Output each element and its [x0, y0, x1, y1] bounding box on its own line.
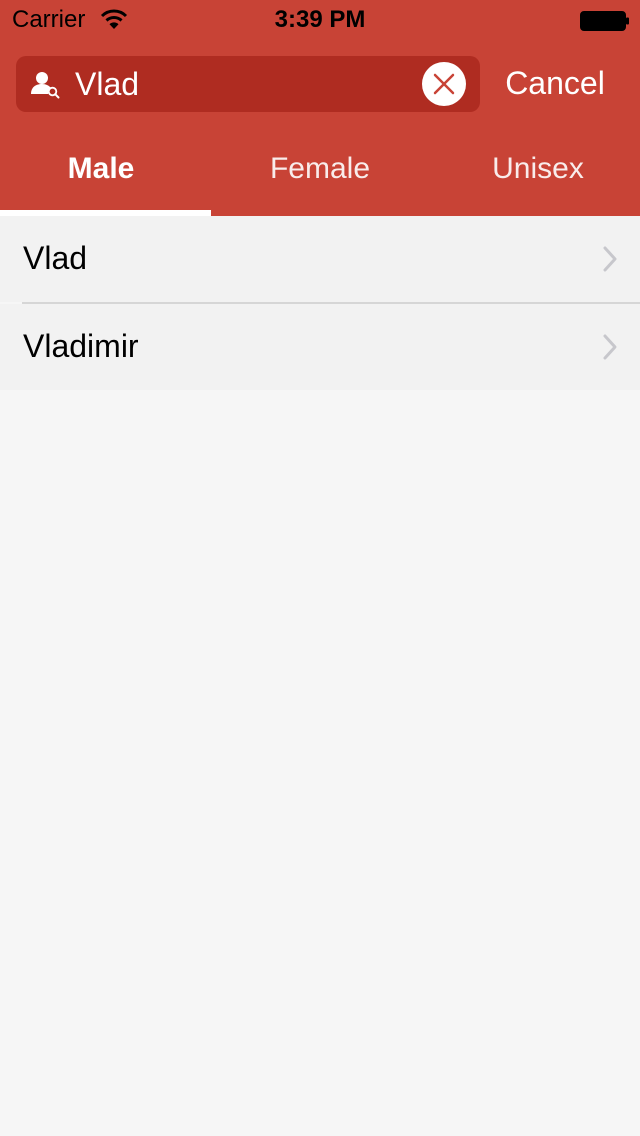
- status-bar: Carrier 3:39 PM: [0, 0, 640, 40]
- list-item-label: Vlad: [23, 240, 88, 276]
- battery-icon: [580, 11, 629, 31]
- app-header: Carrier 3:39 PM Vlad Cancel Male Female: [0, 0, 640, 216]
- person-search-icon: [31, 72, 60, 99]
- results-list: Vlad Vladimir: [0, 216, 640, 390]
- chevron-right-icon: [603, 246, 617, 272]
- tab-female[interactable]: Female: [213, 146, 427, 192]
- chevron-right-icon: [603, 334, 617, 360]
- search-field[interactable]: Vlad: [16, 56, 480, 112]
- tab-unisex[interactable]: Unisex: [431, 146, 640, 192]
- clear-icon: [433, 73, 455, 95]
- list-item[interactable]: Vlad: [0, 216, 640, 302]
- list-item[interactable]: Vladimir: [0, 304, 640, 390]
- cancel-button[interactable]: Cancel: [492, 62, 618, 104]
- status-time: 3:39 PM: [274, 6, 366, 33]
- search-input[interactable]: Vlad: [75, 65, 139, 103]
- tab-male[interactable]: Male: [0, 146, 208, 192]
- clear-search-button[interactable]: [422, 62, 466, 106]
- list-item-label: Vladimir: [23, 328, 139, 364]
